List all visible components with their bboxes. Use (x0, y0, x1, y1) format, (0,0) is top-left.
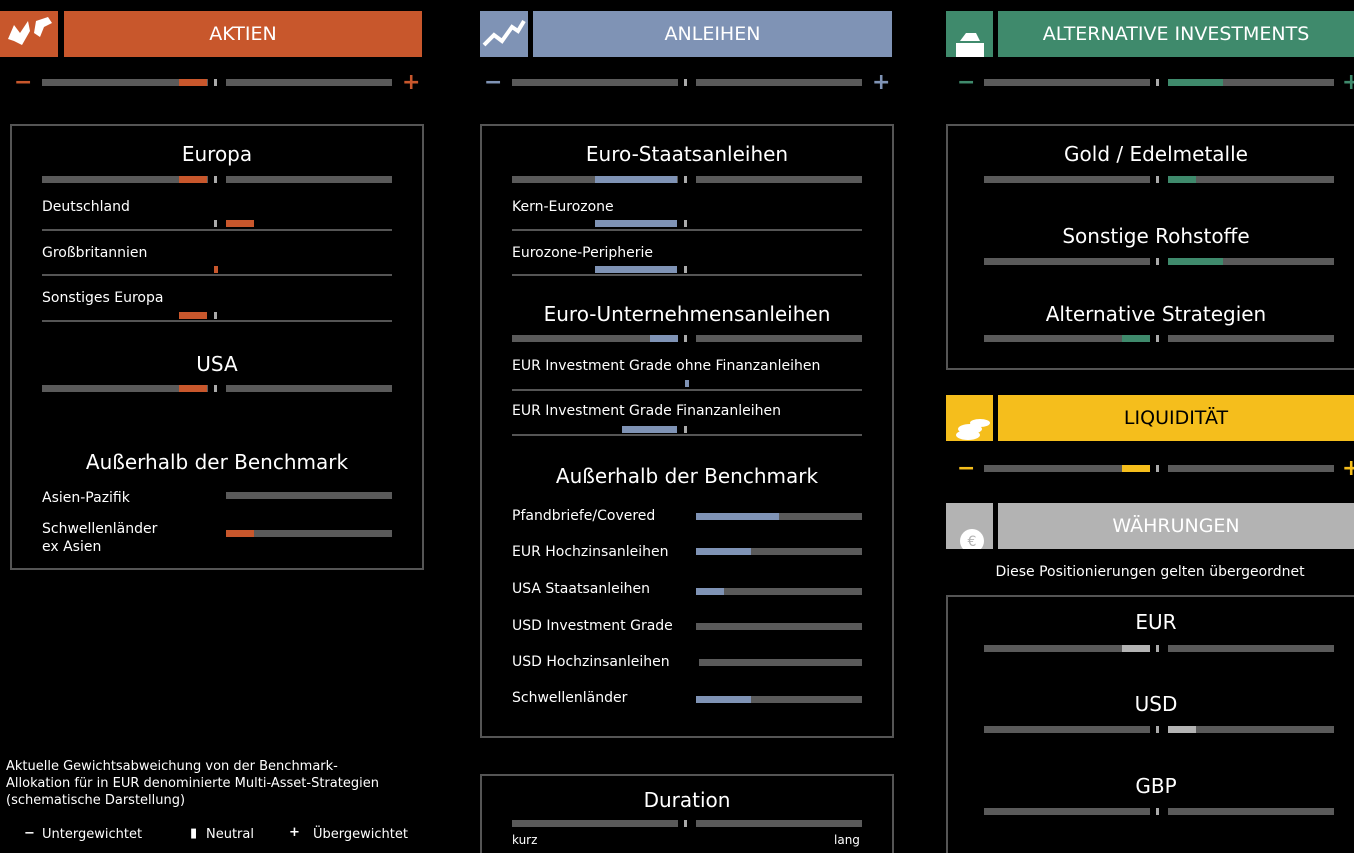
duration-panel (480, 774, 894, 853)
usd-title: USD (1134, 692, 1178, 716)
liquiditaet-overall-deviation (1122, 465, 1150, 472)
schwellenlaender-anleihen-label: Schwellenländer (512, 690, 628, 706)
usd-ig-bar (696, 623, 862, 630)
legend-plus-symbol: + (289, 825, 300, 840)
anleihen-ausserhalb-title: Außerhalb der Benchmark (555, 464, 819, 488)
euro-unternehmensanleihen-deviation (650, 335, 678, 342)
duration-title: Duration (643, 788, 731, 812)
bull-bear-icon (0, 11, 58, 57)
liquiditaet-header: LIQUIDITÄT (998, 395, 1354, 441)
usd-hochzins-label: USD Hochzinsanleihen (512, 654, 670, 670)
grossbritannien-deviation (214, 266, 218, 273)
sonstiges-europa-label: Sonstiges Europa (42, 290, 164, 306)
eur-ig-fin-deviation (622, 426, 677, 433)
rohstoffe-deviation (1168, 258, 1223, 265)
deutschland-deviation (226, 220, 254, 227)
legend-minus: Untergewichtet (42, 827, 143, 842)
alternative-header: ALTERNATIVE INVESTMENTS (998, 11, 1354, 57)
waehrungen-header: WÄHRUNGEN (998, 503, 1354, 549)
alternative-plus-sign: + (1342, 70, 1354, 95)
rohstoffe-title: Sonstige Rohstoffe (1062, 224, 1250, 248)
eur-hochzins-label: EUR Hochzinsanleihen (512, 544, 669, 560)
liquiditaet-plus-sign: + (1342, 456, 1354, 481)
duration-kurz: kurz (512, 833, 538, 847)
gold-title: Gold / Edelmetalle (1064, 142, 1248, 166)
waehrungen-note: Diese Positionierungen gelten übergeordn… (995, 564, 1305, 580)
alternative-strategien-deviation (1122, 335, 1150, 342)
euro-staatsanleihen-deviation (595, 176, 677, 183)
aktien-header: AKTIEN (64, 11, 422, 57)
eur-title: EUR (1135, 610, 1177, 634)
asien-pazifik-label: Asien-Pazifik (42, 490, 130, 506)
pfandbriefe-deviation (696, 513, 779, 520)
aktien-overall-deviation (179, 79, 207, 86)
grossbritannien-label: Großbritannien (42, 245, 148, 261)
usa-staatsanleihen-label: USA Staatsanleihen (512, 581, 650, 597)
legend-minus-symbol: − (24, 826, 35, 841)
eur-ig-ohne-fin-label: EUR Investment Grade ohne Finanzanleihen (512, 358, 821, 374)
usd-ig-label: USD Investment Grade (512, 618, 673, 634)
euro-staatsanleihen-title: Euro-Staatsanleihen (585, 142, 789, 166)
europa-title: Europa (181, 142, 253, 166)
gbp-title: GBP (1135, 774, 1177, 798)
gold-deviation (1168, 176, 1196, 183)
anleihen-minus-sign: − (484, 70, 503, 95)
duration-lang: lang (834, 833, 860, 847)
schwellenlaender-exasien-deviation (226, 530, 254, 537)
aktien-minus-sign: − (14, 70, 33, 95)
eur-deviation (1122, 645, 1150, 652)
eur-hochzins-deviation (696, 548, 751, 555)
schwellenlaender-anleihen-deviation (696, 696, 751, 703)
eurozone-peripherie-deviation (595, 266, 677, 273)
kern-eurozone-label: Kern-Eurozone (512, 199, 614, 215)
anleihen-panel (480, 124, 894, 738)
usa-title: USA (196, 352, 238, 376)
sonstiges-europa-deviation (179, 312, 207, 319)
trend-line-icon (480, 11, 528, 57)
gold-bar-icon (946, 11, 993, 57)
anleihen-header: ANLEIHEN (533, 11, 892, 57)
kern-eurozone-deviation (595, 220, 677, 227)
alternative-minus-sign: − (957, 70, 976, 95)
usd-hochzins-bar (699, 659, 862, 666)
svg-text:€: € (968, 534, 977, 549)
usd-deviation (1168, 726, 1196, 733)
aktien-ausserhalb-title: Außerhalb der Benchmark (85, 450, 349, 474)
usa-staatsanleihen-deviation (696, 588, 724, 595)
deutschland-label: Deutschland (42, 199, 130, 215)
euro-coin-icon: € (946, 503, 993, 553)
eur-ig-fin-label: EUR Investment Grade Finanzanleihen (512, 403, 781, 419)
alternative-overall-deviation (1168, 79, 1223, 86)
asien-pazifik-bar (226, 492, 392, 499)
aktien-plus-sign: + (402, 70, 421, 95)
europa-deviation (179, 176, 207, 183)
legend-plus: Übergewichtet (313, 827, 408, 842)
euro-unternehmensanleihen-title: Euro-Unternehmensanleihen (543, 302, 831, 326)
anleihen-plus-sign: + (872, 70, 891, 95)
alternative-strategien-title: Alternative Strategien (1045, 302, 1267, 326)
eurozone-peripherie-label: Eurozone-Peripherie (512, 245, 654, 261)
coins-icon (946, 395, 993, 441)
schwellenlaender-exasien-label: Schwellenländer ex Asien (42, 521, 158, 555)
usa-deviation (179, 385, 207, 392)
legend-neutral: Neutral (206, 827, 254, 842)
legend-neutral-symbol: ▮ (190, 826, 198, 841)
liquiditaet-minus-sign: − (957, 456, 976, 481)
pfandbriefe-label: Pfandbriefe/Covered (512, 508, 656, 524)
legend-text: Aktuelle Gewichtsabweichung von der Benc… (6, 759, 379, 808)
eur-ig-ohne-fin-deviation (685, 380, 689, 387)
